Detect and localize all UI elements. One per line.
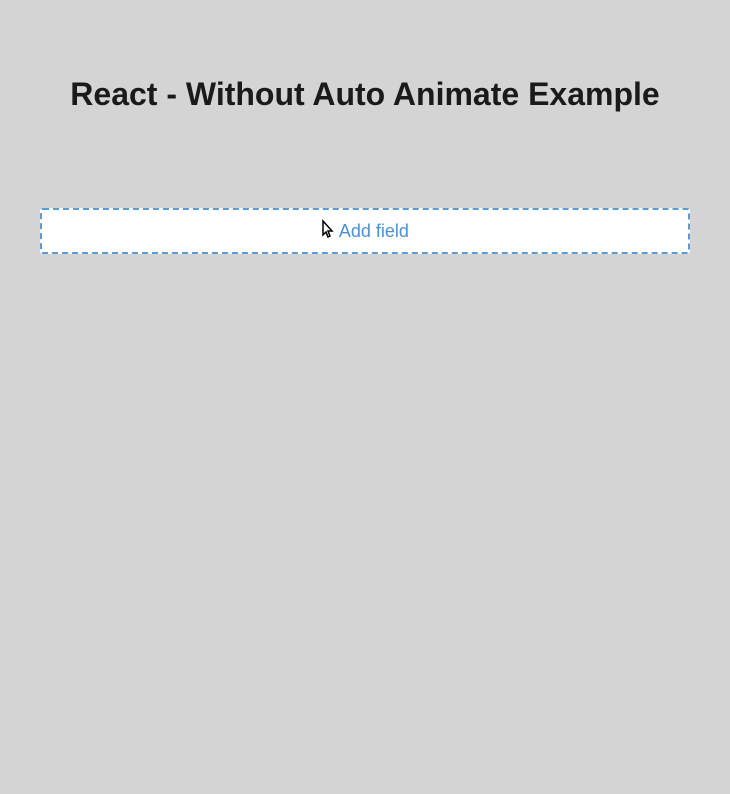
add-field-container: + Add field xyxy=(40,208,690,254)
add-field-label: Add field xyxy=(339,221,409,242)
page-title: React - Without Auto Animate Example xyxy=(0,70,730,118)
add-field-button[interactable]: + Add field xyxy=(40,208,690,254)
plus-icon: + xyxy=(321,221,333,241)
